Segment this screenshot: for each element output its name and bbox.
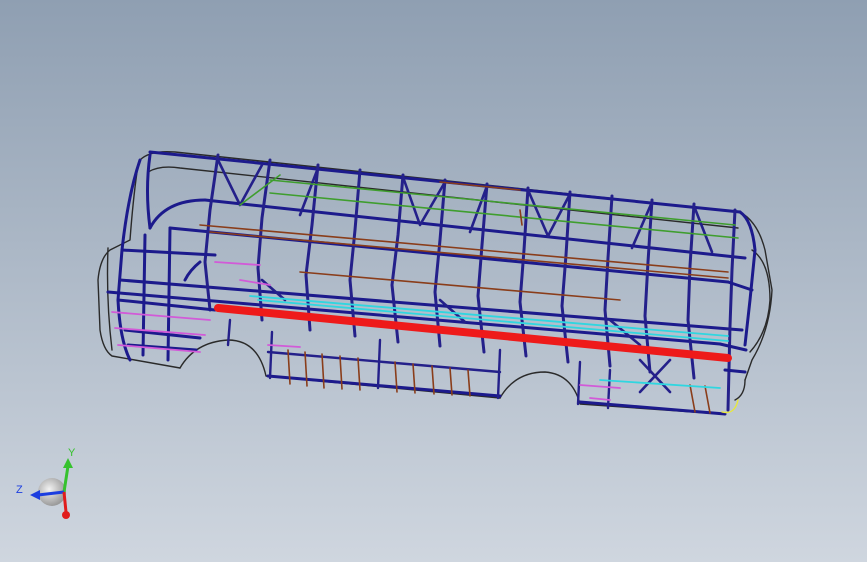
triad-x-tip-icon [62, 511, 70, 519]
graphics-viewport[interactable]: Y Z [0, 0, 867, 562]
viewport-canvas[interactable]: Y Z [0, 0, 867, 562]
triad-x-axis [62, 491, 68, 513]
triad-y-label: Y [68, 447, 76, 459]
triad-z-label: Z [16, 484, 23, 496]
